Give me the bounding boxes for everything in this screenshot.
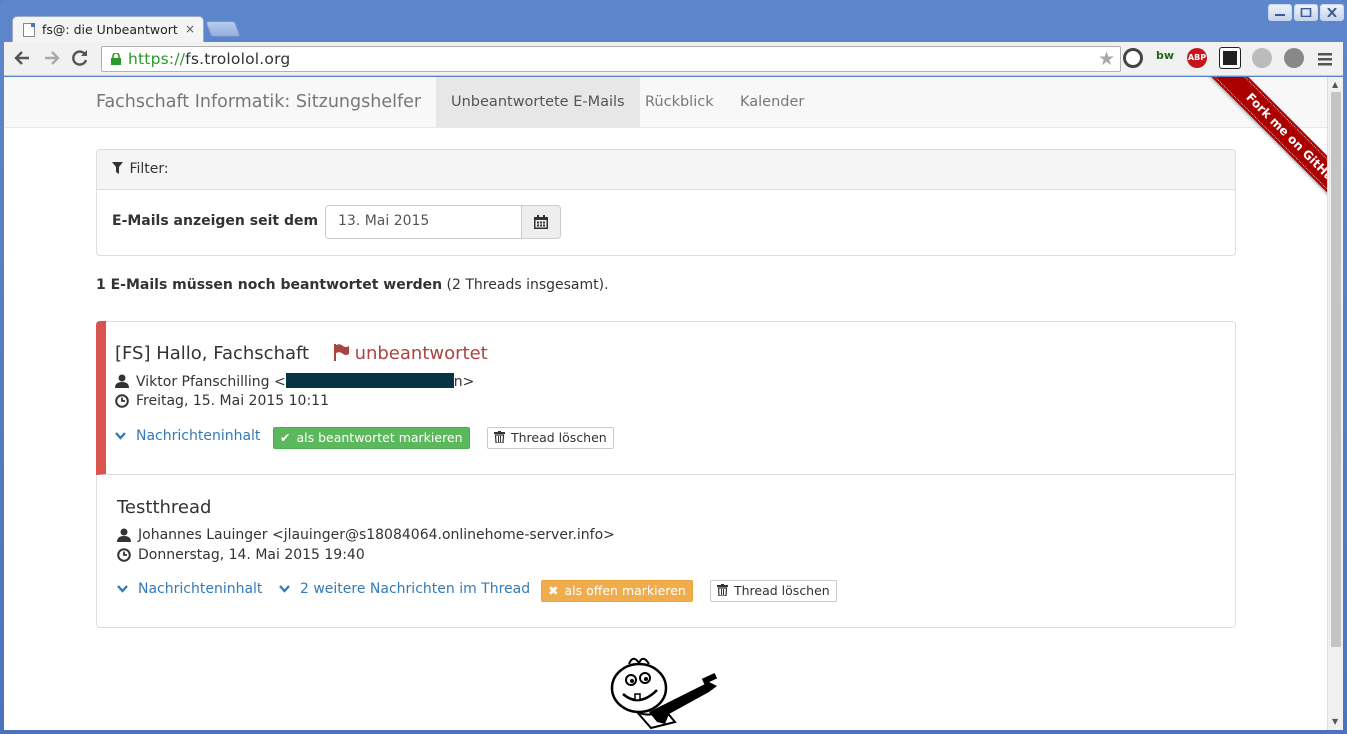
filter-icon (112, 162, 123, 174)
browser-toolbar: https://fs.trololol.org ★ bw ABP (4, 42, 1343, 76)
thread-subject: [FS] Hallo, Fachschaft unbeantwortet (115, 343, 488, 364)
back-arrow-icon[interactable] (13, 49, 31, 72)
chevron-down-icon (279, 585, 290, 593)
browser-window: fs@: die Unbeantwort × https://fs.trolol… (0, 0, 1347, 734)
page-viewport: Fachschaft Informatik: Sitzungshelfer Un… (4, 77, 1327, 730)
extension-icon[interactable] (1219, 47, 1241, 69)
clock-icon (115, 394, 129, 408)
toggle-content-link[interactable]: Nachrichteninhalt (115, 428, 260, 444)
thread-sender: Johannes Lauinger <jlauinger@s18084064.o… (117, 527, 615, 543)
scroll-up-icon[interactable]: ▲ (1332, 80, 1338, 89)
scrollbar-thumb[interactable] (1331, 92, 1341, 647)
mascot-image (610, 657, 718, 730)
tab-title: fs@: die Unbeantwort (42, 22, 178, 37)
menu-icon[interactable] (1318, 51, 1332, 71)
quote-extension-icon[interactable] (1252, 48, 1272, 68)
toggle-content-link[interactable]: Nachrichteninhalt (117, 581, 262, 597)
close-window-button[interactable] (1320, 4, 1344, 21)
thread-sender: Viktor Pfanschilling < n> (115, 373, 474, 390)
chevron-down-icon (115, 432, 126, 440)
thread-date: Freitag, 15. Mai 2015 10:11 (115, 393, 329, 409)
tab-close-icon[interactable]: × (185, 22, 195, 36)
adblock-extension-icon[interactable]: ABP (1187, 48, 1207, 68)
browser-tab[interactable]: fs@: die Unbeantwort × (12, 16, 204, 43)
navbar-brand[interactable]: Fachschaft Informatik: Sitzungshelfer (96, 92, 421, 112)
trash-icon (494, 431, 505, 444)
filter-body: E-Mails anzeigen seit dem 13. Mai 2015 (97, 190, 1235, 255)
clock-icon (117, 548, 131, 562)
calendar-button[interactable] (521, 205, 561, 239)
bw-extension-icon[interactable]: bw (1156, 49, 1174, 62)
page-favicon-icon (23, 23, 35, 37)
scroll-down-icon[interactable]: ▼ (1332, 717, 1338, 726)
lock-icon (111, 53, 121, 65)
thread-item: Testthread Johannes Lauinger <jlauinger@… (97, 475, 1235, 627)
summary-text: 1 E-Mails müssen noch beantwortet werden… (96, 277, 609, 293)
new-tab-button[interactable] (205, 21, 241, 37)
thread-date: Donnerstag, 14. Mai 2015 19:40 (117, 547, 365, 563)
calendar-icon (534, 215, 548, 229)
thread-item: [FS] Hallo, Fachschaft unbeantwortet Vik… (96, 321, 1234, 475)
filter-heading-label: Filter: (129, 161, 169, 177)
user-icon (115, 374, 129, 388)
threads-list: [FS] Hallo, Fachschaft unbeantwortet Vik… (96, 321, 1236, 628)
reload-icon[interactable] (71, 49, 89, 72)
filter-panel: Filter: E-Mails anzeigen seit dem 13. Ma… (96, 149, 1236, 256)
thread-subject: Testthread (117, 497, 212, 518)
address-bar[interactable]: https://fs.trololol.org ★ (101, 46, 1121, 72)
minimize-button[interactable] (1268, 4, 1292, 21)
nav-review[interactable]: Rückblick (630, 77, 729, 127)
flag-icon (333, 344, 349, 361)
user-icon (117, 528, 131, 542)
maximize-button[interactable] (1294, 4, 1318, 21)
delete-thread-button[interactable]: Thread löschen (487, 427, 614, 449)
nav-calendar[interactable]: Kalender (725, 77, 819, 127)
since-date-label: E-Mails anzeigen seit dem (112, 213, 319, 229)
filter-heading: Filter: (97, 150, 1235, 190)
redacted-email (285, 373, 454, 388)
mark-open-button[interactable]: ✖ als offen markieren (541, 580, 693, 602)
close-icon: ✖ (548, 583, 559, 598)
top-navbar: Fachschaft Informatik: Sitzungshelfer Un… (4, 77, 1327, 128)
more-messages-link[interactable]: 2 weitere Nachrichten im Thread (279, 581, 530, 597)
trash-icon (717, 584, 728, 597)
since-date-input[interactable]: 13. Mai 2015 (325, 205, 522, 239)
bookmark-star-icon[interactable]: ★ (1098, 48, 1115, 70)
sync-extension-icon[interactable] (1123, 48, 1143, 68)
check-icon: ✔ (280, 430, 291, 445)
url-text: https://fs.trololol.org (128, 50, 291, 68)
unanswered-badge: unbeantwortet (333, 343, 488, 364)
mark-answered-button[interactable]: ✔ als beantwortet markieren (273, 427, 470, 449)
nav-unanswered-emails[interactable]: Unbeantwortete E-Mails (436, 77, 640, 127)
chevron-down-icon (117, 585, 128, 593)
delete-thread-button[interactable]: Thread löschen (710, 580, 837, 602)
power-extension-icon[interactable] (1284, 48, 1304, 68)
page-scrollbar[interactable]: ▲ ▼ (1327, 77, 1343, 730)
forward-arrow-icon[interactable] (43, 49, 61, 72)
